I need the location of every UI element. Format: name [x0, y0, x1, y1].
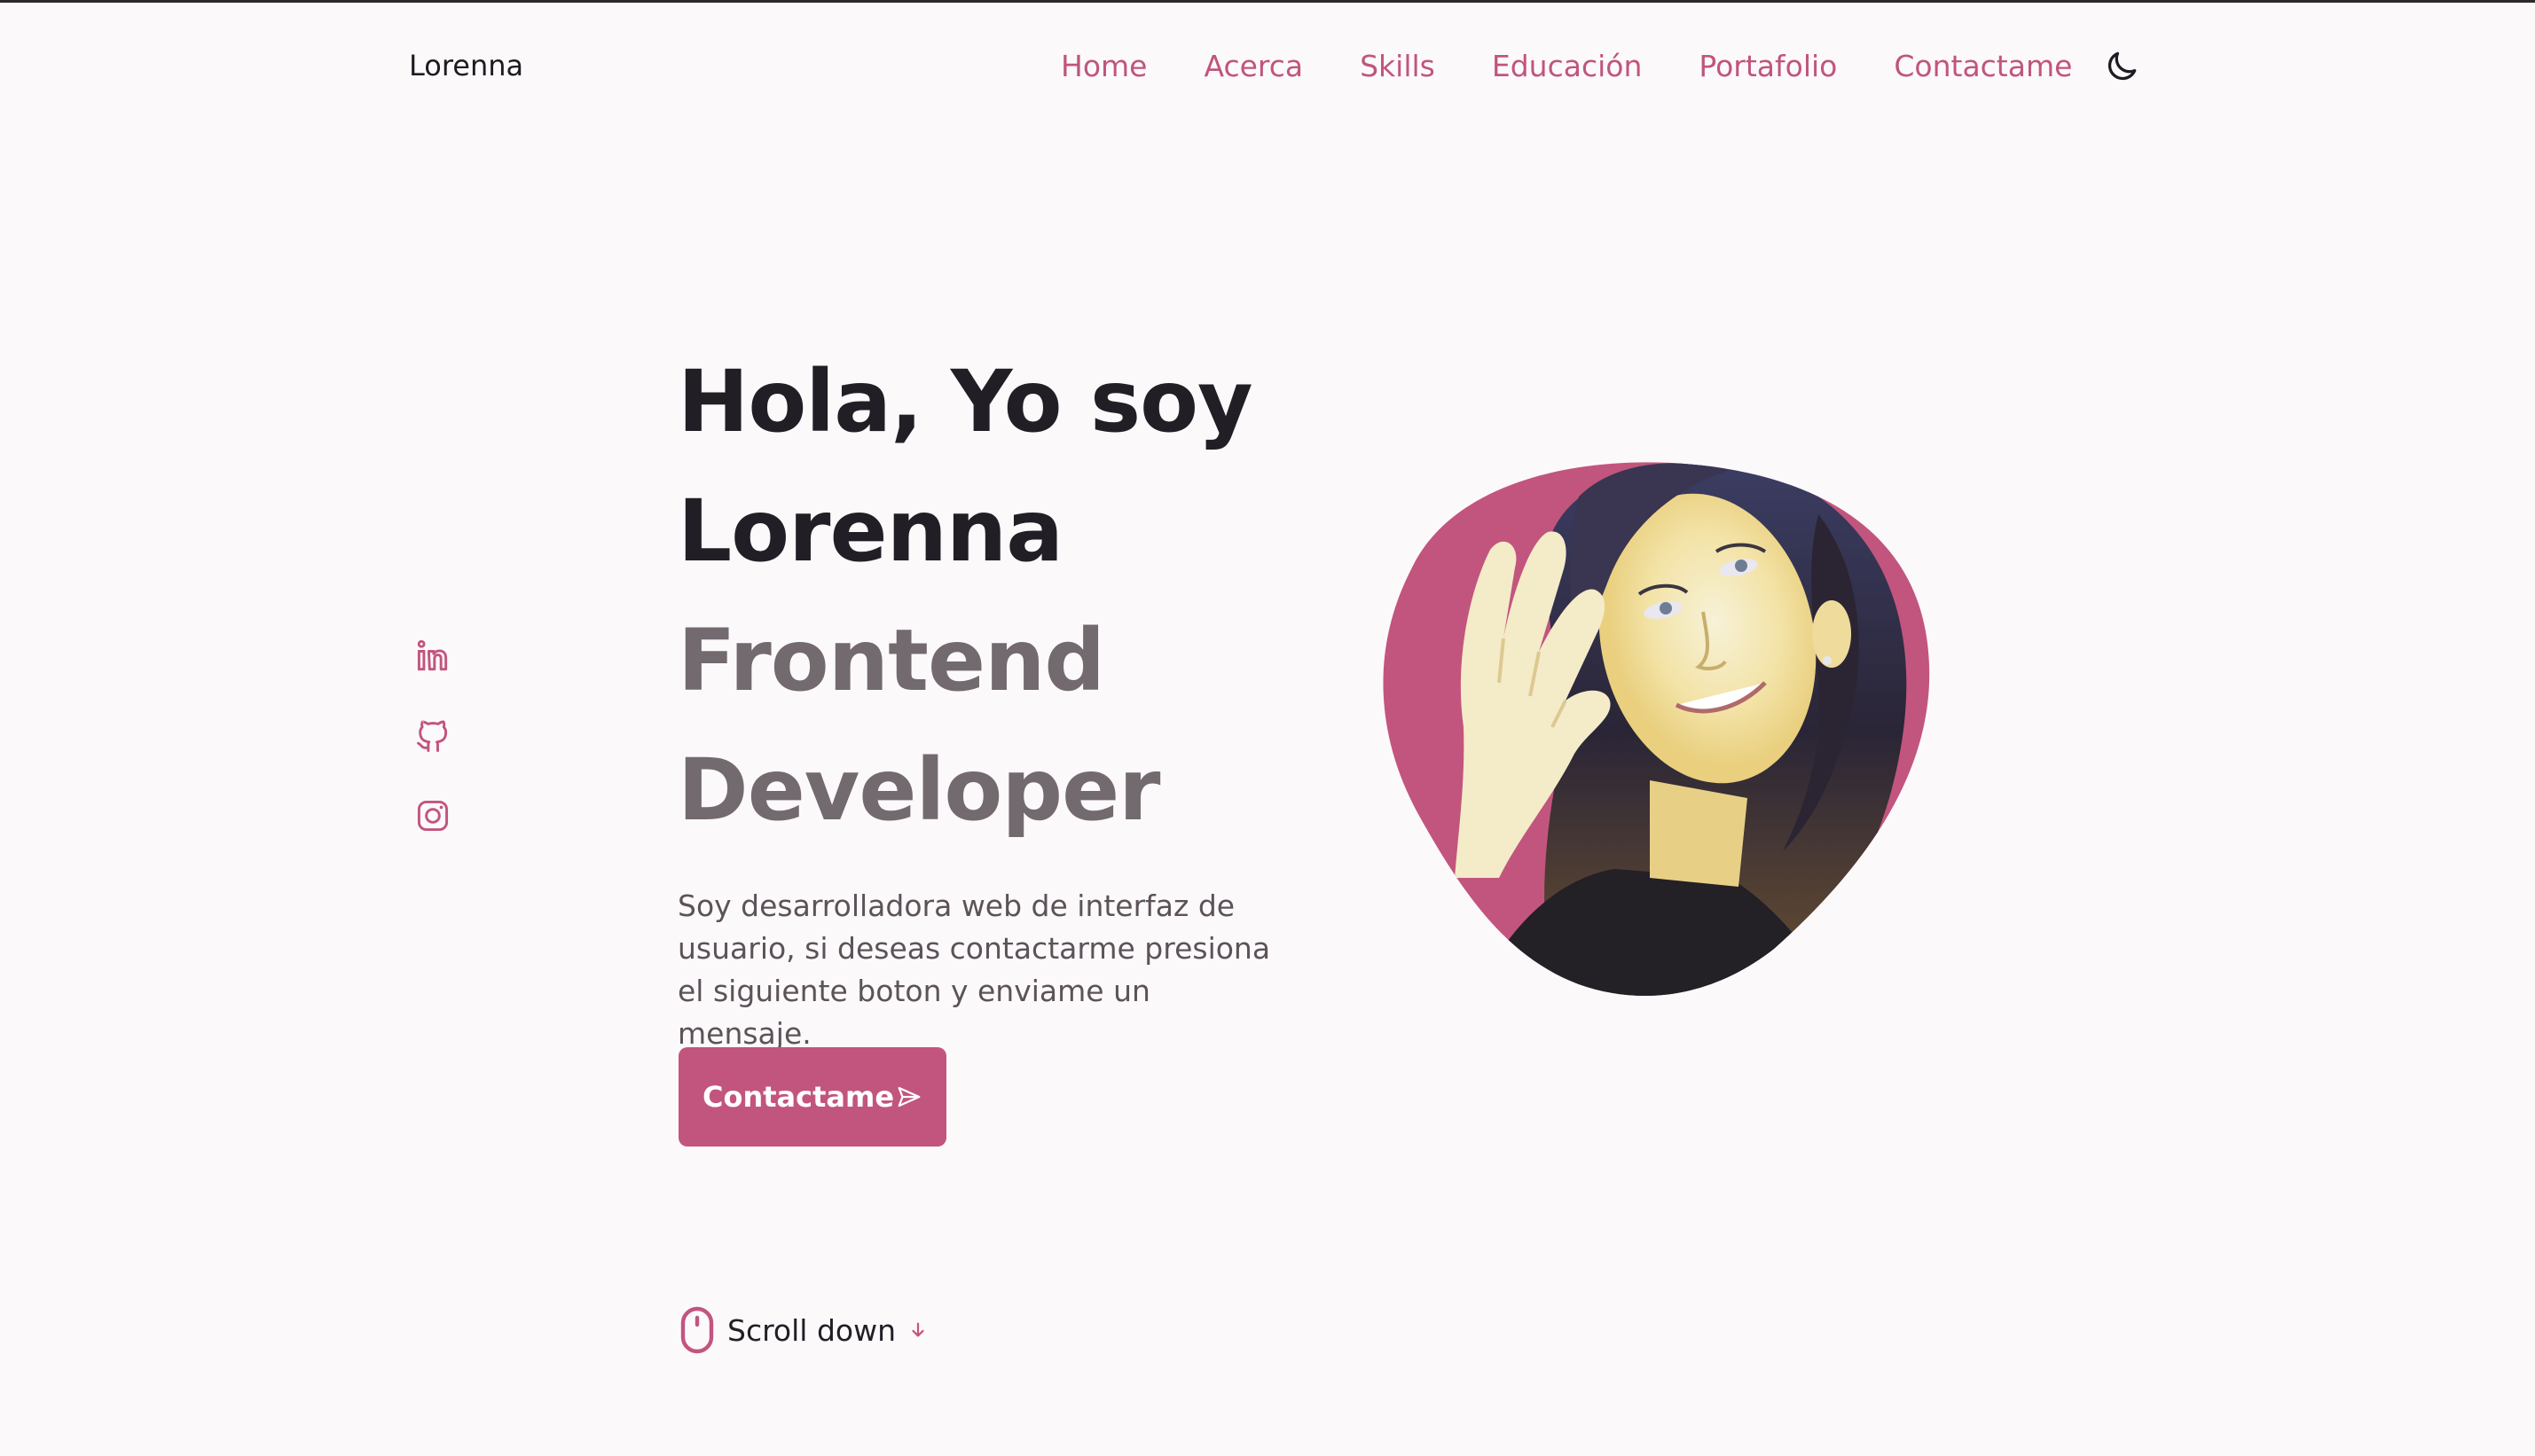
- moon-icon[interactable]: [2102, 47, 2141, 86]
- scroll-down-label: Scroll down: [727, 1312, 896, 1348]
- arrow-down-icon: [912, 1322, 924, 1337]
- hero-title-line1: Hola, Yo soy: [678, 352, 1253, 451]
- github-icon[interactable]: [413, 716, 452, 755]
- scroll-down[interactable]: Scroll down: [679, 1305, 928, 1355]
- send-icon: [898, 1086, 921, 1108]
- contact-button-label: Contactame: [702, 1080, 895, 1114]
- instagram-icon[interactable]: [413, 796, 452, 835]
- nav-skills[interactable]: Skills: [1360, 47, 1435, 86]
- main-nav: Home Acerca Skills Educación Portafolio …: [1061, 47, 2141, 86]
- hero-subtitle-line1: Frontend: [678, 611, 1105, 710]
- nav-contactame[interactable]: Contactame: [1894, 47, 2072, 86]
- profile-photo: [1357, 461, 1934, 1002]
- site-header: Lorenna Home Acerca Skills Educación Por…: [0, 3, 2535, 127]
- hero-text: Hola, Yo soy Lorenna Frontend Developer …: [678, 337, 1352, 1084]
- contact-button[interactable]: Contactame: [679, 1047, 946, 1147]
- nav-home[interactable]: Home: [1061, 47, 1147, 86]
- nav-portafolio[interactable]: Portafolio: [1699, 47, 1837, 86]
- social-links: [413, 637, 452, 876]
- nav-acerca[interactable]: Acerca: [1204, 47, 1303, 86]
- hero-description: Soy desarrolladora web de interfaz de us…: [678, 888, 1271, 1051]
- nav-educacion[interactable]: Educación: [1492, 47, 1643, 86]
- hero-title-line2: Lorenna: [678, 481, 1063, 581]
- linkedin-icon[interactable]: [413, 637, 452, 676]
- hero-subtitle-line2: Developer: [678, 740, 1161, 840]
- logo[interactable]: Lorenna: [409, 49, 523, 82]
- mouse-icon: [680, 1306, 714, 1354]
